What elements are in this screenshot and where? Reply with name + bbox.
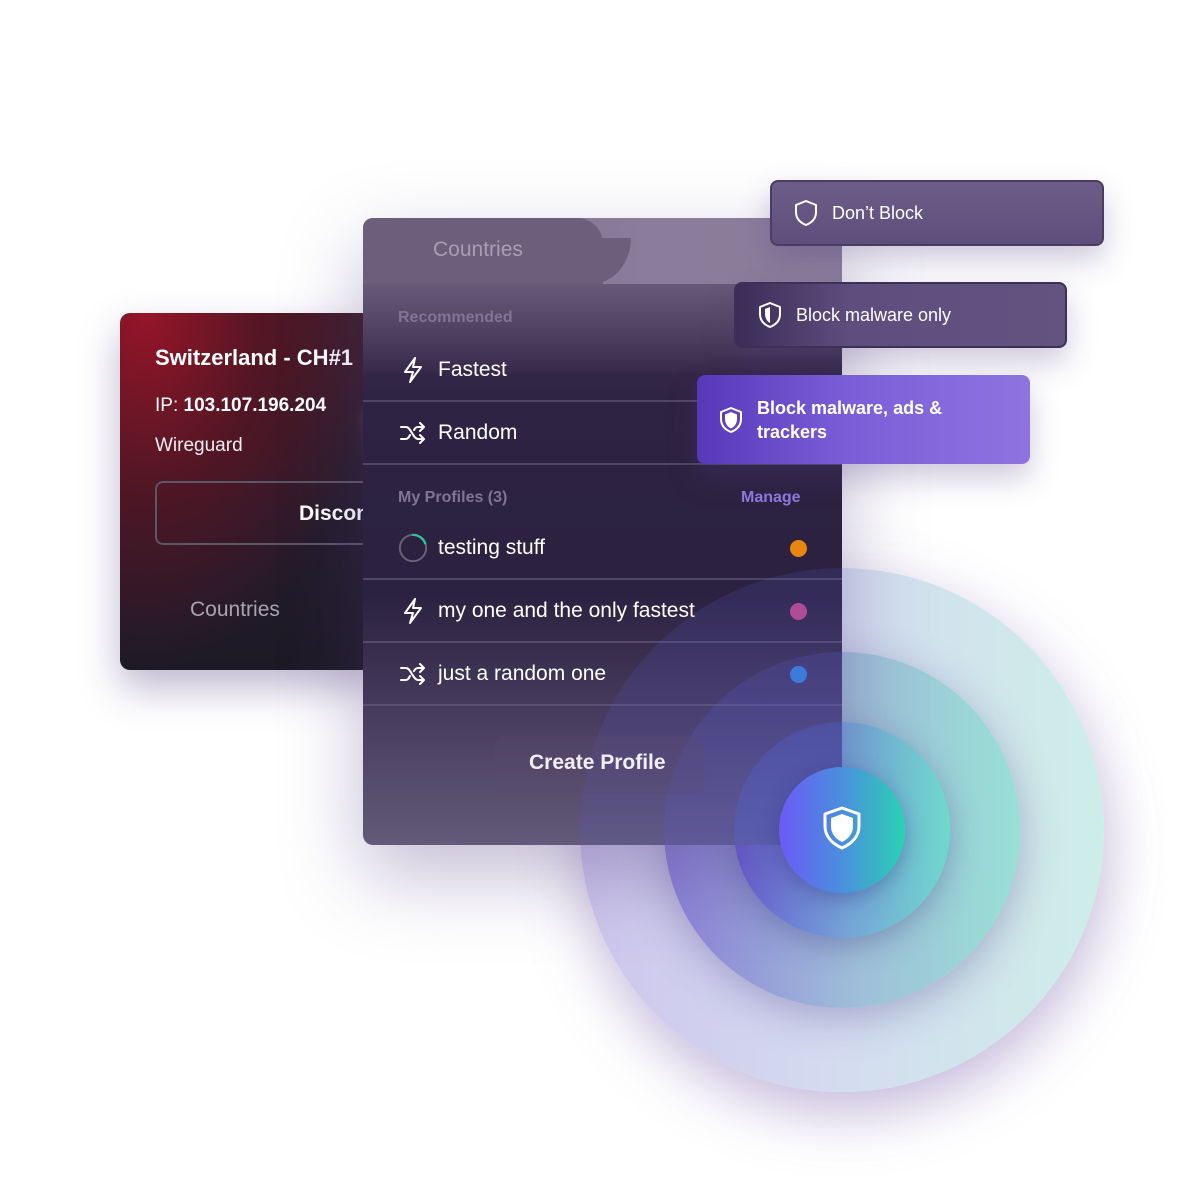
tab-countries-back[interactable]: Countries — [190, 598, 280, 622]
shuffle-icon — [398, 418, 428, 448]
bolt-icon — [398, 355, 428, 385]
ip-label: IP: — [155, 395, 179, 416]
profile-color-dot — [790, 539, 807, 557]
bolt-icon — [398, 596, 428, 626]
option-block-malware[interactable]: Block malware only — [734, 282, 1067, 348]
shield-outline-icon — [794, 200, 820, 226]
ip-address: IP: 103.107.196.204 — [155, 395, 326, 417]
tab-countries-label[interactable]: Countries — [433, 238, 523, 262]
spinner-icon — [398, 533, 428, 563]
profile-name: just a random one — [438, 662, 607, 685]
profile-name: my one and the only fastest — [438, 599, 695, 622]
shield-icon — [822, 806, 862, 855]
server-name: Switzerland - CH#1 — [155, 345, 354, 370]
option-label: Block malware, ads & trackers — [757, 397, 943, 442]
list-item-label: Fastest — [438, 358, 507, 381]
profile-row[interactable]: testing stuff — [363, 518, 842, 580]
protocol-label: Wireguard — [155, 435, 243, 456]
option-block-malware-ads-trackers[interactable]: Block malware, ads & trackers — [697, 375, 1030, 464]
protection-orb — [779, 767, 905, 893]
shuffle-icon — [398, 659, 428, 689]
option-label: Block malware only — [796, 304, 952, 325]
create-profile-label[interactable]: Create Profile — [529, 751, 666, 775]
profile-name: testing stuff — [438, 536, 546, 559]
disconnect-button[interactable]: Disconnect — [155, 481, 380, 545]
shield-filled-icon — [719, 406, 745, 433]
list-item-label: Random — [438, 421, 518, 444]
connection-card: Switzerland - CH#1 IP: 103.107.196.204 W… — [120, 313, 380, 670]
shield-half-icon — [758, 302, 784, 328]
option-dont-block[interactable]: Don’t Block — [770, 180, 1104, 246]
ip-value: 103.107.196.204 — [183, 395, 327, 416]
manage-profiles-link[interactable]: Manage — [741, 489, 801, 507]
recommended-heading: Recommended — [398, 309, 513, 326]
option-label: Don’t Block — [832, 202, 924, 223]
my-profiles-heading: My Profiles (3) — [398, 489, 508, 506]
